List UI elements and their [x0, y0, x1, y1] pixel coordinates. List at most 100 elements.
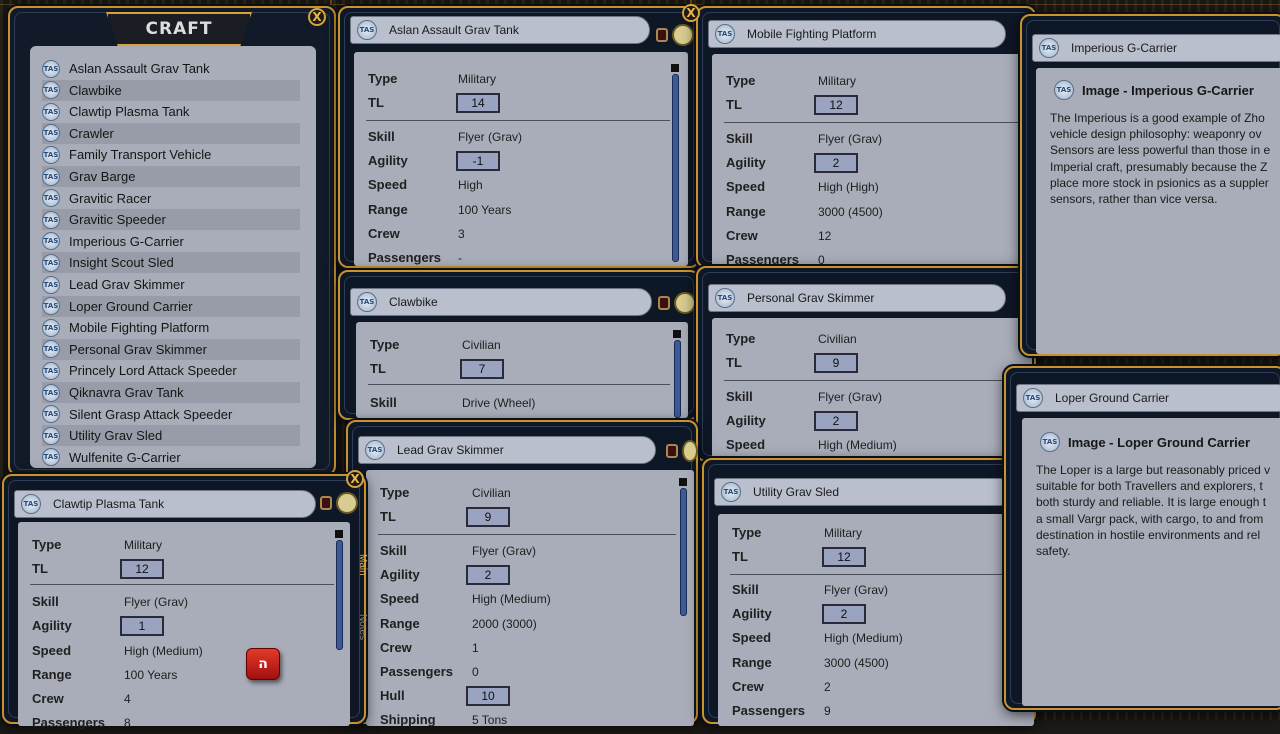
craft-list-item[interactable]: TAS Family Transport Vehicle: [42, 144, 300, 165]
lock-icon[interactable]: [666, 444, 678, 458]
record-body: Type Military TL 12 Skill Flyer (Grav) Agil…: [712, 54, 1032, 267]
lock-icon[interactable]: [656, 28, 668, 42]
craft-list-item[interactable]: TAS Princely Lord Attack Speeder: [42, 360, 300, 381]
craft-list-item[interactable]: TAS Personal Grav Skimmer: [42, 338, 300, 360]
craft-list-item[interactable]: TAS Wulfenite G-Carrier: [42, 447, 300, 468]
tab-main[interactable]: Main: [354, 554, 368, 576]
craft-list-item[interactable]: TAS Aslan Assault Grav Tank: [42, 58, 300, 79]
divider: [366, 120, 670, 121]
vehicle-link-icon[interactable]: [336, 492, 358, 514]
craft-list-item[interactable]: TAS Insight Scout Sled: [42, 252, 300, 274]
value-shipping: 5 Tons: [472, 713, 508, 727]
title-bar[interactable]: TAS Clawbike: [350, 288, 652, 316]
value-speed: High (Medium): [818, 438, 897, 452]
scrollbar[interactable]: [672, 74, 679, 262]
craft-list-item[interactable]: TAS Clawbike: [42, 79, 300, 101]
divider: [30, 584, 334, 585]
vehicle-link-icon[interactable]: [674, 292, 696, 314]
label-range: Range: [726, 204, 766, 219]
tas-icon: TAS: [42, 405, 60, 424]
tl-field[interactable]: 9: [814, 353, 858, 373]
label-tl: TL: [726, 355, 742, 370]
craft-list-item[interactable]: TAS Grav Barge: [42, 166, 300, 187]
scrollbar[interactable]: [674, 340, 681, 418]
value-skill: Flyer (Grav): [124, 595, 188, 609]
label-hull: Hull: [380, 688, 405, 703]
record-title: Personal Grav Skimmer: [747, 291, 875, 305]
craft-list-item[interactable]: TAS Loper Ground Carrier: [42, 295, 300, 317]
title-bar[interactable]: TAS Clawtip Plasma Tank: [14, 490, 316, 518]
scrollbar-top[interactable]: [335, 530, 343, 538]
label-agility: Agility: [726, 155, 766, 170]
craft-list-item[interactable]: TAS Gravitic Racer: [42, 188, 300, 209]
craft-list-item[interactable]: TAS Qiknavra Grav Tank: [42, 382, 300, 403]
scrollbar[interactable]: [680, 488, 687, 616]
tas-icon: TAS: [1023, 388, 1043, 408]
hull-field[interactable]: 10: [466, 686, 510, 706]
agility-field[interactable]: 1: [120, 616, 164, 636]
agility-field[interactable]: -1: [456, 151, 500, 171]
craft-list-item-label: Lead Grav Skimmer: [69, 277, 185, 292]
divider: [724, 380, 1026, 381]
image-link-label: Image - Imperious G-Carrier: [1082, 82, 1254, 98]
description-text: The Imperious is a good example of Zho v…: [1050, 111, 1271, 207]
craft-list-item[interactable]: TAS Utility Grav Sled: [42, 425, 300, 447]
title-bar[interactable]: TAS Loper Ground Carrier: [1016, 384, 1280, 412]
craft-list-item[interactable]: TAS Lead Grav Skimmer: [42, 274, 300, 295]
value-crew: 3: [458, 227, 465, 241]
craft-list-item[interactable]: TAS Gravitic Speeder: [42, 209, 300, 231]
tl-field[interactable]: 9: [466, 507, 510, 527]
close-icon[interactable]: X: [682, 4, 700, 22]
record-window-aslan-assault-grav-tank: X TAS Aslan Assault Grav Tank Type Milita…: [338, 4, 700, 268]
divider: [368, 384, 670, 385]
lock-icon[interactable]: [658, 296, 670, 310]
craft-list-item[interactable]: TAS Mobile Fighting Platform: [42, 317, 300, 338]
tas-icon: TAS: [715, 288, 735, 308]
record-title: Mobile Fighting Platform: [747, 27, 877, 41]
value-crew: 1: [472, 641, 479, 655]
tl-field[interactable]: 7: [460, 359, 504, 379]
craft-list-item[interactable]: TAS Imperious G-Carrier: [42, 231, 300, 252]
title-bar[interactable]: TAS Mobile Fighting Platform: [708, 20, 1006, 48]
tas-icon: TAS: [1054, 80, 1074, 100]
close-icon[interactable]: X: [346, 470, 364, 488]
value-type: Military: [824, 526, 862, 540]
craft-list-item[interactable]: TAS Silent Grasp Attack Speeder: [42, 404, 300, 425]
lock-icon[interactable]: [320, 496, 332, 510]
title-bar[interactable]: TAS Aslan Assault Grav Tank: [350, 16, 650, 44]
tab-notes[interactable]: Notes: [354, 614, 368, 640]
dice-button[interactable]: ה: [246, 648, 280, 680]
close-icon[interactable]: X: [308, 8, 326, 26]
label-skill: Skill: [380, 543, 407, 558]
tl-field[interactable]: 14: [456, 93, 500, 113]
scrollbar-top[interactable]: [679, 478, 687, 486]
value-skill: Flyer (Grav): [818, 132, 882, 146]
title-bar[interactable]: TAS Lead Grav Skimmer: [358, 436, 656, 464]
tl-field[interactable]: 12: [822, 547, 866, 567]
image-link[interactable]: TAS Image - Imperious G-Carrier: [1054, 80, 1254, 100]
title-bar[interactable]: TAS Personal Grav Skimmer: [708, 284, 1006, 312]
label-passengers: Passengers: [732, 703, 805, 718]
agility-field[interactable]: 2: [822, 604, 866, 624]
agility-field[interactable]: 2: [814, 411, 858, 431]
agility-field[interactable]: 2: [466, 565, 510, 585]
tl-field[interactable]: 12: [814, 95, 858, 115]
vehicle-link-icon[interactable]: [672, 24, 694, 46]
title-bar[interactable]: TAS Imperious G-Carrier: [1032, 34, 1280, 62]
image-link[interactable]: TAS Image - Loper Ground Carrier: [1040, 432, 1250, 452]
title-bar[interactable]: TAS Utility Grav Sled: [714, 478, 1014, 506]
label-tl: TL: [726, 97, 742, 112]
craft-list-item[interactable]: TAS Clawtip Plasma Tank: [42, 101, 300, 122]
craft-list-item-label: Imperious G-Carrier: [69, 233, 184, 249]
tl-field[interactable]: 12: [120, 559, 164, 579]
vehicle-link-icon[interactable]: [682, 440, 698, 462]
label-tl: TL: [370, 361, 386, 376]
craft-list-item-label: Silent Grasp Attack Speeder: [69, 406, 233, 422]
craft-list-item[interactable]: TAS Crawler: [42, 122, 300, 144]
label-tl: TL: [368, 95, 384, 110]
scrollbar-top[interactable]: [671, 64, 679, 72]
value-skill: Drive (Wheel): [462, 396, 536, 410]
agility-field[interactable]: 2: [814, 153, 858, 173]
scrollbar-top[interactable]: [673, 330, 681, 338]
scrollbar[interactable]: [336, 540, 343, 650]
